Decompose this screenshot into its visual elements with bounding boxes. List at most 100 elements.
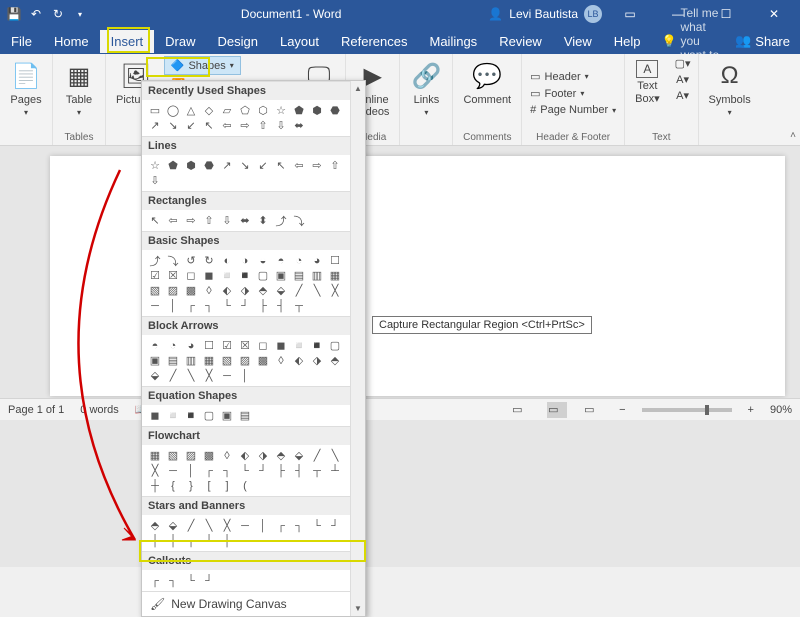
shape-item[interactable]: ┘ [254,463,272,478]
shape-item[interactable]: ◽ [164,408,182,423]
new-drawing-canvas[interactable]: 🖌 New Drawing Canvas [142,591,365,616]
shape-item[interactable]: ▤ [164,353,182,368]
shape-item[interactable]: ] [218,478,236,493]
shape-item[interactable]: ┤ [272,298,290,313]
shape-item[interactable]: ◽ [290,338,308,353]
textbox-button[interactable]: A TextBox▾ [629,56,665,109]
print-layout-button[interactable]: ▭ [547,402,567,418]
shape-item[interactable]: ◐ [218,253,236,268]
page-count[interactable]: Page 1 of 1 [8,404,64,416]
tab-home[interactable]: Home [43,30,100,53]
shape-item[interactable]: │ [164,298,182,313]
shape-item[interactable]: ╳ [218,518,236,533]
word-count[interactable]: 0 words [80,404,119,416]
shape-item[interactable]: ┘ [236,298,254,313]
shape-item[interactable]: ⬙ [290,448,308,463]
shape-item[interactable]: ⬘ [272,448,290,463]
shape-item[interactable]: ┐ [218,463,236,478]
shape-item[interactable]: ↙ [182,118,200,133]
shape-item[interactable]: ┐ [290,518,308,533]
read-mode-button[interactable]: ▭ [511,402,531,418]
shape-item[interactable]: ▨ [182,448,200,463]
shape-item[interactable]: ▦ [146,448,164,463]
qat-customize-icon[interactable]: ▾ [72,6,88,22]
shape-item[interactable]: ┘ [200,573,218,588]
shape-item[interactable]: ▣ [272,268,290,283]
shape-item[interactable]: ⤴ [272,213,290,228]
shape-item[interactable]: ⬙ [272,283,290,298]
shape-item[interactable]: ─ [146,298,164,313]
shape-item[interactable]: ⬌ [236,213,254,228]
header-button[interactable]: ▭ Header ▾ [526,69,593,84]
shapes-button[interactable]: 🔷 Shapes ▾ [164,56,241,75]
shape-item[interactable]: ◻ [254,338,272,353]
shape-item[interactable]: ⇧ [254,118,272,133]
shape-item[interactable]: ⬍ [254,213,272,228]
shape-item[interactable]: │ [182,463,200,478]
scroll-up-icon[interactable]: ▲ [351,81,365,96]
user-account[interactable]: 👤 Levi Bautista LB [488,5,602,23]
shape-item[interactable]: } [182,478,200,493]
shape-item[interactable]: ◓ [146,338,164,353]
shape-item[interactable]: ☑ [218,338,236,353]
shape-item[interactable]: ◼ [146,408,164,423]
shape-item[interactable]: ◾ [236,268,254,283]
shape-item[interactable]: ⬘ [326,353,344,368]
scroll-down-icon[interactable]: ▼ [351,601,365,616]
shape-item[interactable]: ⇦ [218,118,236,133]
shape-item[interactable]: ◾ [308,338,326,353]
shape-item[interactable]: ◓ [272,253,290,268]
shape-item[interactable]: ⬟ [290,103,308,118]
shape-item[interactable]: ┌ [146,573,164,588]
shape-item[interactable]: ▥ [182,353,200,368]
shape-item[interactable]: ▢ [326,338,344,353]
shape-item[interactable]: ⬖ [290,353,308,368]
shape-item[interactable]: ⬘ [254,283,272,298]
web-layout-button[interactable]: ▭ [583,402,603,418]
shape-item[interactable]: ▥ [308,268,326,283]
page-number-button[interactable]: # Page Number ▾ [526,103,620,117]
shape-item[interactable]: ┐ [200,298,218,313]
share-button[interactable]: 👥 Share [725,29,800,53]
shape-item[interactable]: ◊ [218,448,236,463]
shape-item[interactable]: ╲ [308,283,326,298]
shape-item[interactable]: ⬢ [308,103,326,118]
table-button[interactable]: ▦ Table ▾ [57,56,101,121]
pages-button[interactable]: 📄 Pages ▾ [4,56,48,121]
shape-item[interactable]: ╲ [182,368,200,383]
shape-item[interactable]: ⬢ [182,158,200,173]
shape-item[interactable]: ▧ [218,353,236,368]
shape-item[interactable]: ◕ [182,338,200,353]
shape-item[interactable]: └ [236,463,254,478]
tab-design[interactable]: Design [207,30,269,53]
save-icon[interactable]: 💾 [6,6,22,22]
shape-item[interactable]: ├ [146,533,164,548]
shape-item[interactable]: ⇦ [164,213,182,228]
shape-item[interactable]: ╱ [290,283,308,298]
shape-item[interactable]: ▦ [200,353,218,368]
tab-review[interactable]: Review [488,30,553,53]
shape-item[interactable]: ⬠ [236,103,254,118]
shape-item[interactable]: ⬖ [218,283,236,298]
shape-item[interactable]: ⬣ [200,158,218,173]
shape-item[interactable]: ┴ [326,463,344,478]
shape-item[interactable]: ╱ [308,448,326,463]
shape-item[interactable]: ↗ [218,158,236,173]
shape-item[interactable]: ⇩ [272,118,290,133]
shape-item[interactable]: ↺ [182,253,200,268]
shape-item[interactable]: ⬙ [164,518,182,533]
shape-item[interactable]: △ [182,103,200,118]
shape-item[interactable]: │ [254,518,272,533]
shape-item[interactable]: ⇧ [200,213,218,228]
shape-item[interactable]: ◊ [272,353,290,368]
zoom-slider[interactable] [642,408,732,412]
shape-item[interactable]: ├ [272,463,290,478]
shape-item[interactable]: ┼ [146,478,164,493]
shape-item[interactable]: ▢ [254,268,272,283]
shape-item[interactable]: ▣ [146,353,164,368]
zoom-level[interactable]: 90% [770,404,792,416]
shape-item[interactable]: ┌ [272,518,290,533]
shape-item[interactable]: ▨ [236,353,254,368]
shape-item[interactable]: ☑ [146,268,164,283]
shape-item[interactable]: ▤ [236,408,254,423]
